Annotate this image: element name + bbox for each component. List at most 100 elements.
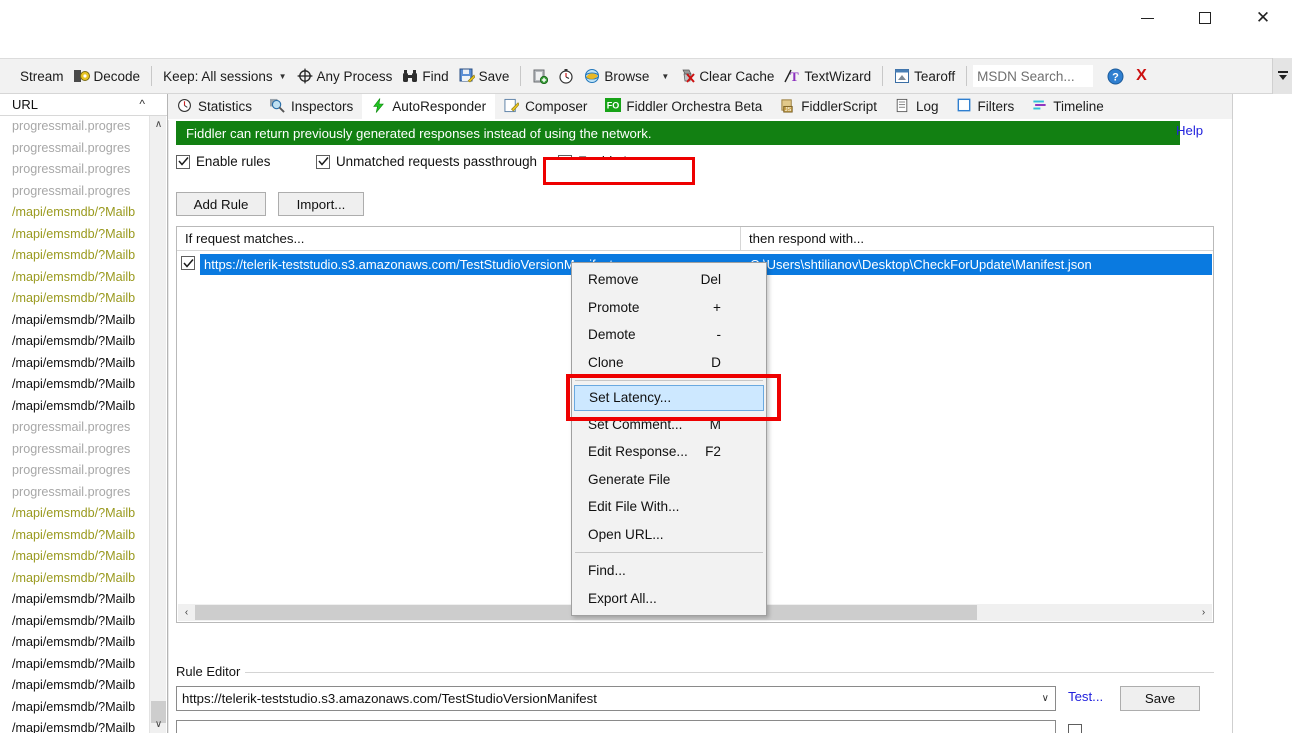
session-row[interactable]: /mapi/emsmdb/?Mailb (0, 202, 150, 224)
session-row[interactable]: /mapi/emsmdb/?Mailb (0, 245, 150, 267)
tab-fiddler-orchestra-beta[interactable]: FO Fiddler Orchestra Beta (596, 94, 772, 119)
context-menu-item-edit-response[interactable]: Edit Response... F2 (572, 438, 766, 466)
session-row[interactable]: /mapi/emsmdb/?Mailb (0, 718, 150, 733)
session-row[interactable]: progressmail.progres (0, 482, 150, 504)
session-row[interactable]: /mapi/emsmdb/?Mailb (0, 697, 150, 719)
import-button[interactable]: Import... (278, 192, 364, 216)
session-row[interactable]: /mapi/emsmdb/?Mailb (0, 632, 150, 654)
toolbar-decode-button[interactable]: Decode (69, 61, 146, 91)
session-row[interactable]: /mapi/emsmdb/?Mailb (0, 568, 150, 590)
tab-filters[interactable]: Filters (947, 94, 1024, 119)
msdn-search-input[interactable]: MSDN Search... (973, 65, 1094, 87)
context-menu-item-set-comment[interactable]: Set Comment... M (572, 411, 766, 439)
session-row[interactable]: /mapi/emsmdb/?Mailb (0, 331, 150, 353)
session-row[interactable]: progressmail.progres (0, 116, 150, 138)
session-row[interactable]: /mapi/emsmdb/?Mailb (0, 267, 150, 289)
toolbar-browse-button[interactable]: Browse ▼ (579, 61, 674, 91)
session-list-scrollbar[interactable]: ∧ ∨ (149, 116, 166, 733)
textwizard-icon: T (784, 68, 800, 84)
context-menu-item-open-url[interactable]: Open URL... (572, 521, 766, 549)
rule-editor-save-button[interactable]: Save (1120, 686, 1200, 711)
session-row[interactable]: /mapi/emsmdb/?Mailb (0, 374, 150, 396)
autoresponder-help-link[interactable]: Help (1176, 123, 1203, 138)
session-row[interactable]: progressmail.progres (0, 159, 150, 181)
toolbar-close-button[interactable]: X (1128, 67, 1155, 85)
scroll-up-icon[interactable]: ∧ (150, 116, 167, 133)
session-row[interactable]: /mapi/emsmdb/?Mailb (0, 503, 150, 525)
tab-inspectors[interactable]: Inspectors (261, 94, 363, 119)
session-row[interactable]: /mapi/emsmdb/?Mailb (0, 611, 150, 633)
hscroll-right-icon[interactable]: › (1195, 607, 1212, 618)
tab-log[interactable]: Log (886, 94, 948, 119)
session-row[interactable]: /mapi/emsmdb/?Mailb (0, 288, 150, 310)
context-menu-item-label: Demote (588, 327, 636, 343)
rule-context-menu[interactable]: Remove Del Promote + Demote - Clone D Set Latenc… (571, 262, 767, 616)
tab-statistics[interactable]: Statistics (168, 94, 262, 119)
rules-list-header: If request matches... then respond with.… (177, 227, 1213, 251)
session-list-rows[interactable]: progressmail.progres progressmail.progres… (0, 116, 150, 733)
session-row[interactable]: /mapi/emsmdb/?Mailb (0, 546, 150, 568)
toolbar-any-process-button[interactable]: Any Process (292, 61, 398, 91)
session-list-header[interactable]: URL ^ (0, 94, 167, 116)
session-row[interactable]: /mapi/emsmdb/?Mailb (0, 675, 150, 697)
session-row[interactable]: progressmail.progres (0, 138, 150, 160)
session-row[interactable]: /mapi/emsmdb/?Mailb (0, 310, 150, 332)
rule-editor-match-combobox[interactable]: https://telerik-teststudio.s3.amazonaws.… (176, 686, 1056, 711)
session-row[interactable]: progressmail.progres (0, 181, 150, 203)
session-row[interactable]: /mapi/emsmdb/?Mailb (0, 396, 150, 418)
context-menu-item-edit-file-with[interactable]: Edit File With... (572, 493, 766, 521)
toolbar-clipboard-button[interactable] (527, 61, 553, 91)
context-menu-item-generate-file[interactable]: Generate File (572, 466, 766, 494)
toolbar-timer-button[interactable] (553, 61, 579, 91)
tab-fiddlerscript[interactable]: JS FiddlerScript (771, 94, 886, 119)
minimize-button[interactable] (1118, 0, 1176, 36)
tab-composer[interactable]: Composer (495, 94, 597, 119)
session-row[interactable]: progressmail.progres (0, 417, 150, 439)
close-button[interactable]: ✕ (1234, 0, 1292, 36)
session-row[interactable]: progressmail.progres (0, 439, 150, 461)
context-menu-item-promote[interactable]: Promote + (572, 294, 766, 322)
rule-editor-test-link[interactable]: Test... (1068, 689, 1103, 704)
toolbar-help-button[interactable]: ? (1093, 61, 1128, 91)
rule-enabled-checkbox[interactable] (181, 256, 195, 272)
rule-editor-match-case-checkbox[interactable] (1068, 724, 1088, 733)
toolbar-stream-button[interactable]: Stream (0, 61, 69, 91)
scroll-down-icon[interactable]: ∨ (150, 716, 167, 733)
context-menu-item-set-latency[interactable]: Set Latency... (574, 385, 764, 411)
unmatched-passthrough-checkbox[interactable]: Unmatched requests passthrough (316, 154, 537, 169)
context-menu-item-clone[interactable]: Clone D (572, 349, 766, 377)
context-menu-item-export-all[interactable]: Export All... (572, 585, 766, 613)
chevron-down-icon[interactable]: ∨ (1042, 693, 1049, 704)
tab-label: Composer (525, 98, 588, 114)
toolbar-textwizard-button[interactable]: T TextWizard (779, 61, 876, 91)
add-rule-button[interactable]: Add Rule (176, 192, 266, 216)
rules-column-match[interactable]: If request matches... (177, 227, 741, 250)
chevron-down-icon[interactable]: ▼ (661, 72, 669, 81)
tab-autoresponder[interactable]: AutoResponder (362, 94, 496, 119)
rules-column-respond[interactable]: then respond with... (741, 227, 1213, 250)
rule-respond-value[interactable]: C:\Users\shtilianov\Desktop\CheckForUpda… (750, 254, 1092, 275)
session-row[interactable]: /mapi/emsmdb/?Mailb (0, 224, 150, 246)
session-row[interactable]: /mapi/emsmdb/?Mailb (0, 353, 150, 375)
session-row[interactable]: /mapi/emsmdb/?Mailb (0, 525, 150, 547)
toolbar-tearoff-button[interactable]: Tearoff (889, 61, 960, 91)
toolbar-overflow-button[interactable] (1272, 58, 1292, 94)
enable-rules-checkbox[interactable]: Enable rules (176, 154, 270, 169)
toolbar-clear-cache-button[interactable]: Clear Cache (674, 61, 779, 91)
toolbar-save-button[interactable]: Save (454, 61, 515, 91)
tab-label: FiddlerScript (801, 98, 877, 114)
maximize-button[interactable] (1176, 0, 1234, 36)
hscroll-left-icon[interactable]: ‹ (178, 607, 195, 618)
session-row[interactable]: /mapi/emsmdb/?Mailb (0, 589, 150, 611)
session-row[interactable]: progressmail.progres (0, 460, 150, 482)
context-menu-item-remove[interactable]: Remove Del (572, 266, 766, 294)
tab-timeline[interactable]: Timeline (1023, 94, 1113, 119)
context-menu-item-find[interactable]: Find... (572, 557, 766, 585)
session-row[interactable]: /mapi/emsmdb/?Mailb (0, 654, 150, 676)
context-menu-item-demote[interactable]: Demote - (572, 321, 766, 349)
rule-match-value[interactable]: https://telerik-teststudio.s3.amazonaws.… (204, 254, 613, 275)
toolbar-keep-sessions-dropdown[interactable]: Keep: All sessions ▼ (158, 61, 291, 91)
enable-latency-highlight-box (543, 157, 695, 185)
rule-editor-respond-combobox[interactable] (176, 720, 1056, 733)
toolbar-find-button[interactable]: Find (397, 61, 453, 91)
